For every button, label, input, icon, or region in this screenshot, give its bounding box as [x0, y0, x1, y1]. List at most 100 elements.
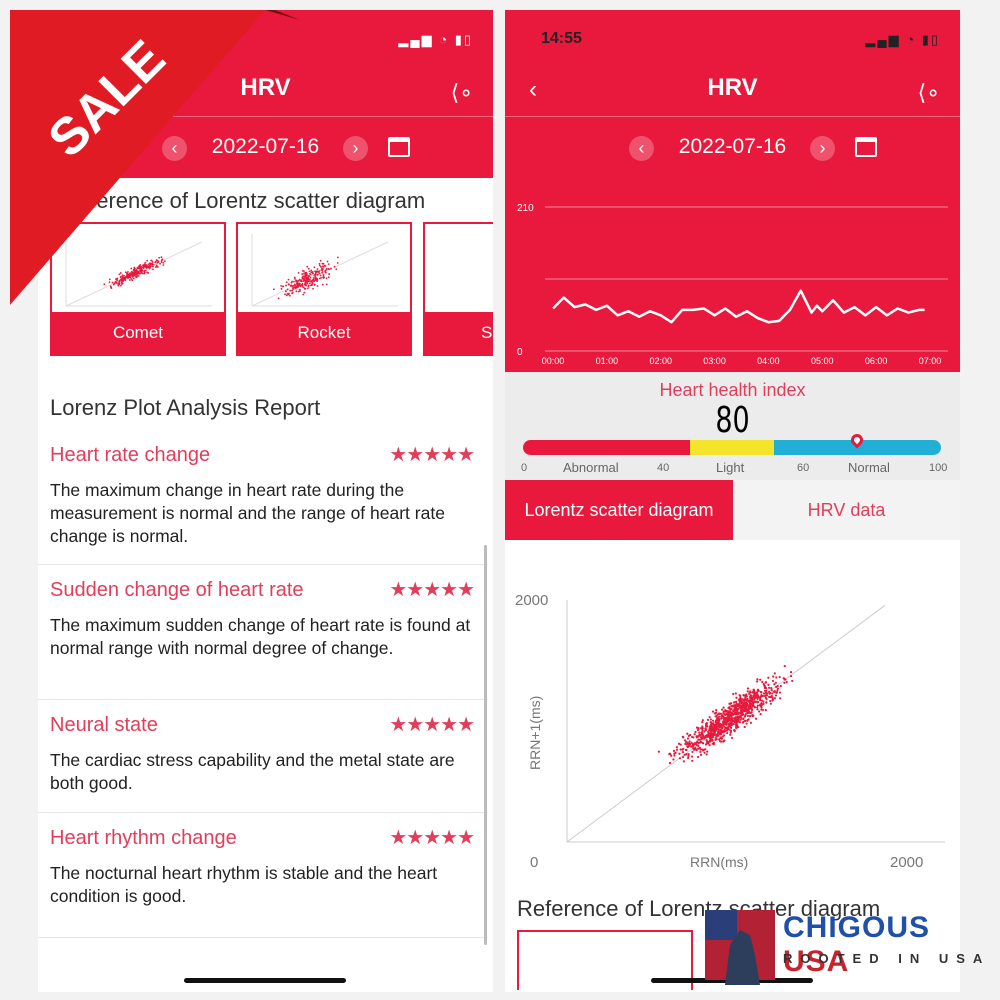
- y-tick-label: 210: [517, 203, 534, 214]
- thumbnail-point: [314, 273, 317, 276]
- status-icons: ▂▄▆ ◔ ▮▯: [398, 32, 473, 47]
- scatter-point: [744, 701, 748, 704]
- brand-name: CHIGOUS: [783, 911, 931, 944]
- thumbnail-point: [321, 270, 324, 272]
- scatter-point: [740, 716, 743, 719]
- x-tick-label: 05:00: [811, 356, 834, 365]
- scatter-point: [679, 743, 682, 746]
- scatter-point: [706, 725, 709, 728]
- thumbnail-point: [318, 277, 321, 280]
- scatter-point: [722, 716, 726, 720]
- scatter-point: [696, 755, 700, 759]
- x-tick-label: 0: [530, 854, 538, 870]
- scatter-point: [728, 710, 731, 713]
- scatter-point: [728, 702, 731, 705]
- thumbnail-point: [325, 277, 328, 280]
- scale-0: 0: [521, 462, 528, 474]
- scatter-point: [732, 710, 735, 713]
- thumbnail-point: [330, 267, 332, 270]
- scatter-point: [701, 729, 704, 732]
- scatter-point: [762, 700, 765, 703]
- share-icon[interactable]: ⟨∘: [451, 80, 473, 106]
- scatter-point: [762, 692, 766, 695]
- scatter-point: [717, 729, 720, 732]
- scatter-point: [758, 696, 762, 699]
- scatter-point: [756, 706, 759, 709]
- health-index-panel: Heart health index 80 0 Abnormal 40 Ligh…: [505, 372, 960, 480]
- scatter-point: [687, 734, 690, 737]
- scatter-point: [681, 735, 684, 738]
- scatter-point: [749, 695, 752, 698]
- scatter-point: [733, 729, 736, 733]
- scatter-point: [765, 701, 768, 704]
- share-icon[interactable]: ⟨∘: [918, 80, 940, 106]
- thumbnail-point: [310, 269, 313, 272]
- report-item-text: The maximum change in heart rate during …: [50, 480, 445, 546]
- scatter-point: [752, 704, 755, 708]
- scatter-point: [720, 724, 723, 727]
- scatter-point: [764, 694, 767, 698]
- scatter-point: [727, 722, 731, 725]
- scatter-point: [686, 737, 690, 740]
- scatter-point: [722, 711, 725, 714]
- scatter-point: [712, 730, 715, 733]
- scatter-point: [749, 712, 752, 715]
- health-index-label: Heart health index: [659, 380, 806, 400]
- scatter-point: [783, 681, 786, 684]
- scatter-point: [675, 748, 679, 751]
- next-date-button[interactable]: ›: [810, 136, 835, 161]
- star-rating: ★★★★★: [389, 579, 475, 601]
- scatter-point: [773, 690, 776, 693]
- scatter-point: [753, 693, 756, 696]
- scrollbar[interactable]: [484, 545, 487, 945]
- scatter-point: [717, 712, 720, 716]
- scatter-point: [745, 693, 748, 696]
- thumbnail-point: [316, 285, 319, 287]
- scatter-point: [698, 741, 701, 744]
- thumbnail-point: [327, 276, 330, 279]
- scatter-point: [708, 728, 711, 731]
- scatter-point: [721, 726, 724, 730]
- scatter-point: [713, 712, 716, 715]
- scatter-point: [681, 751, 685, 754]
- scatter-point: [776, 689, 779, 692]
- scatter-point: [744, 696, 747, 699]
- scatter-point: [718, 738, 721, 741]
- scatter-point: [745, 703, 748, 706]
- calendar-icon[interactable]: [388, 137, 410, 157]
- scatter-point: [758, 710, 761, 713]
- scatter-point: [699, 750, 702, 753]
- reference-card-s[interactable]: S: [423, 222, 493, 356]
- scatter-point: [741, 707, 744, 710]
- hrv-line-chart: 210 0 00:00 01:00 02:00 03:00 04:00 05:00 06:00 0…: [517, 203, 948, 365]
- scatter-point: [708, 716, 711, 719]
- tab-lorentz-scatter[interactable]: Lorentz scatter diagram: [505, 480, 733, 540]
- thumbnail-point: [311, 282, 314, 285]
- scatter-point: [714, 738, 717, 742]
- scatter-point: [773, 697, 776, 700]
- scatter-point: [771, 699, 774, 702]
- thumbnail-point: [313, 266, 316, 269]
- scatter-point: [755, 691, 759, 694]
- scatter-point: [698, 731, 701, 734]
- scatter-point: [701, 719, 704, 722]
- scatter-point: [763, 689, 767, 693]
- thumbnail-point: [311, 284, 313, 287]
- next-date-button[interactable]: ›: [343, 136, 368, 161]
- scatter-point: [730, 723, 734, 726]
- scatter-point: [735, 723, 738, 726]
- thumbnail-point: [327, 268, 330, 270]
- calendar-icon[interactable]: [855, 137, 877, 157]
- report-item-text: The nocturnal heart rhythm is stable and…: [50, 863, 438, 906]
- scatter-point: [704, 734, 707, 738]
- scatter-point: [743, 698, 747, 701]
- scatter-point: [779, 697, 782, 700]
- scatter-point: [732, 712, 735, 715]
- scatter-point: [672, 758, 675, 761]
- scatter-point: [767, 676, 770, 679]
- y-tick-label: 2000: [515, 592, 548, 609]
- scatter-point: [704, 727, 707, 730]
- scatter-point: [716, 717, 719, 720]
- tab-hrv-data[interactable]: HRV data: [733, 480, 960, 540]
- scatter-point: [705, 753, 708, 756]
